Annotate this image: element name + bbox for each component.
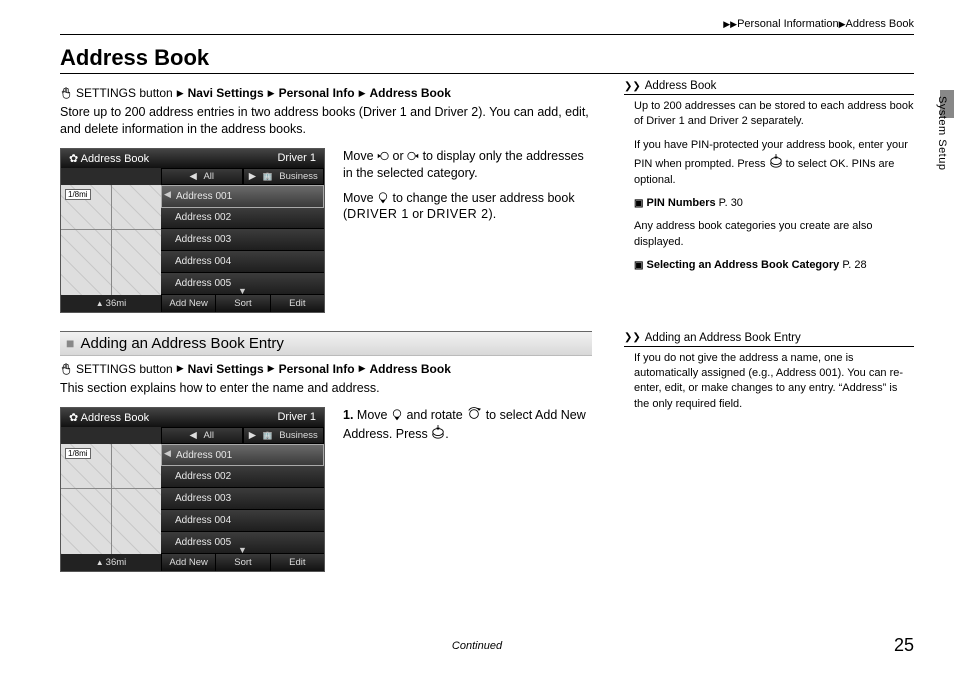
triangle-icon: ▲ bbox=[96, 299, 104, 308]
path-navi: Navi Settings bbox=[188, 86, 264, 100]
tab-business[interactable]: ▶ 🏢 Business bbox=[243, 427, 325, 444]
press-knob-icon bbox=[431, 424, 445, 440]
desc-user-switch: Move to change the user address book (DR… bbox=[343, 190, 592, 224]
path-pinfo: Personal Info bbox=[279, 86, 355, 100]
map-footer-scale: ▲36mi bbox=[61, 295, 161, 312]
continued-label: Continued bbox=[0, 640, 954, 652]
triangle-icon: ▶ bbox=[359, 88, 366, 99]
triangle-icon: ▶ bbox=[268, 363, 275, 374]
path-abook: Address Book bbox=[370, 86, 451, 100]
chevron-left-icon: ◀ bbox=[189, 430, 196, 441]
chevron-left-icon: ◀ bbox=[164, 189, 171, 200]
side-text: If you do not give the address a name, o… bbox=[634, 351, 914, 413]
joystick-down-icon bbox=[377, 192, 389, 204]
tab-all[interactable]: ◀ All bbox=[161, 168, 243, 185]
device-map: 1/8mi bbox=[61, 444, 161, 554]
side-text: Up to 200 addresses can be stored to eac… bbox=[634, 99, 914, 130]
square-icon: ■ bbox=[66, 335, 74, 351]
triangle-icon: ▶ bbox=[177, 88, 184, 99]
chevron-right-icon: ▶ bbox=[249, 171, 256, 182]
double-chevron-icon: ❯❯ bbox=[624, 81, 641, 92]
chevron-down-icon: ▼ bbox=[238, 545, 247, 555]
list-item[interactable]: Address 001 bbox=[161, 185, 324, 208]
nav-path: SETTINGS button ▶ Navi Settings ▶ Person… bbox=[60, 86, 592, 100]
list-item[interactable]: Address 001 bbox=[161, 444, 324, 467]
device-list: ◀ Address 001 Address 002 Address 003 Ad… bbox=[161, 185, 324, 295]
add-new-button[interactable]: Add New bbox=[161, 295, 215, 312]
rotate-knob-icon bbox=[466, 407, 482, 421]
list-item[interactable]: Address 002 bbox=[161, 208, 324, 230]
breadcrumb-a: Personal Information bbox=[737, 18, 839, 30]
path-settings: SETTINGS button bbox=[76, 86, 173, 100]
side-text: Any address book categories you create a… bbox=[634, 219, 914, 250]
breadcrumb-b: Address Book bbox=[846, 18, 914, 30]
list-item[interactable]: Address 002 bbox=[161, 466, 324, 488]
list-item[interactable]: Address 003 bbox=[161, 488, 324, 510]
intro-text: Store up to 200 address entries in two a… bbox=[60, 104, 592, 138]
business-icon: 🏢 bbox=[263, 172, 273, 181]
chevron-left-icon: ◀ bbox=[164, 448, 171, 459]
double-chevron-icon: ❯❯ bbox=[624, 332, 641, 343]
list-item[interactable]: Address 004 bbox=[161, 510, 324, 532]
tab-business[interactable]: ▶ 🏢 Business bbox=[243, 168, 325, 185]
chevron-right-icon: ▶ bbox=[249, 430, 256, 441]
xref-category[interactable]: ▣ Selecting an Address Book Category P. … bbox=[634, 258, 914, 273]
gear-icon: ✿ bbox=[69, 412, 78, 424]
side-column: ❯❯Address Book Up to 200 addresses can b… bbox=[624, 80, 914, 590]
link-icon: ▣ bbox=[634, 198, 643, 209]
desc-category: Move or to display only the addresses in… bbox=[343, 148, 592, 182]
page-title: Address Book bbox=[60, 45, 914, 74]
side-heading-2: ❯❯Adding an Address Book Entry bbox=[624, 332, 914, 347]
nav-path-2: SETTINGS button ▶ Navi Settings ▶ Person… bbox=[60, 362, 592, 376]
sub-intro: This section explains how to enter the n… bbox=[60, 380, 592, 397]
page-number: 25 bbox=[894, 635, 914, 656]
device-list: ◀ Address 001 Address 002 Address 003 Ad… bbox=[161, 444, 324, 554]
map-footer-scale: ▲36mi bbox=[61, 554, 161, 571]
list-item[interactable]: Address 003 bbox=[161, 229, 324, 251]
list-item[interactable]: Address 004 bbox=[161, 251, 324, 273]
edit-button[interactable]: Edit bbox=[270, 295, 324, 312]
step-1: 1. Move and rotate to select Add New Add… bbox=[343, 407, 592, 443]
joystick-right-icon bbox=[407, 150, 419, 162]
hand-icon bbox=[60, 87, 72, 99]
main-column: SETTINGS button ▶ Navi Settings ▶ Person… bbox=[60, 80, 592, 590]
press-knob-icon bbox=[769, 153, 783, 169]
triangle-icon: ▶ bbox=[359, 363, 366, 374]
edit-button[interactable]: Edit bbox=[270, 554, 324, 571]
chevron-down-icon: ▼ bbox=[238, 286, 247, 296]
device-screenshot-2: ✿ Address Book Driver 1 ◀ All ▶ 🏢 Busine… bbox=[60, 407, 325, 572]
side-text: If you have PIN-protected your address b… bbox=[634, 138, 914, 188]
sort-button[interactable]: Sort bbox=[215, 295, 269, 312]
xref-pin[interactable]: ▣ PIN Numbers P. 30 bbox=[634, 196, 914, 211]
triangle-icon: ▶ bbox=[268, 88, 275, 99]
joystick-left-icon bbox=[377, 150, 389, 162]
business-icon: 🏢 bbox=[263, 431, 273, 440]
gear-icon: ✿ bbox=[69, 153, 78, 165]
device-map: 1/8mi bbox=[61, 185, 161, 295]
joystick-down-icon bbox=[391, 409, 403, 421]
hand-icon bbox=[60, 363, 72, 375]
triangle-icon: ▶ bbox=[839, 19, 846, 29]
add-new-button[interactable]: Add New bbox=[161, 554, 215, 571]
sort-button[interactable]: Sort bbox=[215, 554, 269, 571]
device-screenshot-1: ✿ Address Book Driver 1 ◀ All ▶ 🏢 Busine… bbox=[60, 148, 325, 313]
triangle-icon: ▶ bbox=[177, 363, 184, 374]
chevron-left-icon: ◀ bbox=[189, 171, 196, 182]
triangle-icon: ▶▶ bbox=[723, 19, 737, 29]
map-scale: 1/8mi bbox=[65, 189, 91, 200]
breadcrumb: ▶▶Personal Information▶Address Book bbox=[60, 18, 914, 35]
triangle-icon: ▲ bbox=[96, 558, 104, 567]
section-tab-label: System Setup bbox=[936, 96, 948, 170]
device-driver: Driver 1 bbox=[277, 152, 316, 164]
link-icon: ▣ bbox=[634, 260, 643, 271]
side-heading-1: ❯❯Address Book bbox=[624, 80, 914, 95]
device-title: Address Book bbox=[81, 153, 149, 165]
sub-heading: ■Adding an Address Book Entry bbox=[60, 331, 592, 356]
tab-all[interactable]: ◀ All bbox=[161, 427, 243, 444]
